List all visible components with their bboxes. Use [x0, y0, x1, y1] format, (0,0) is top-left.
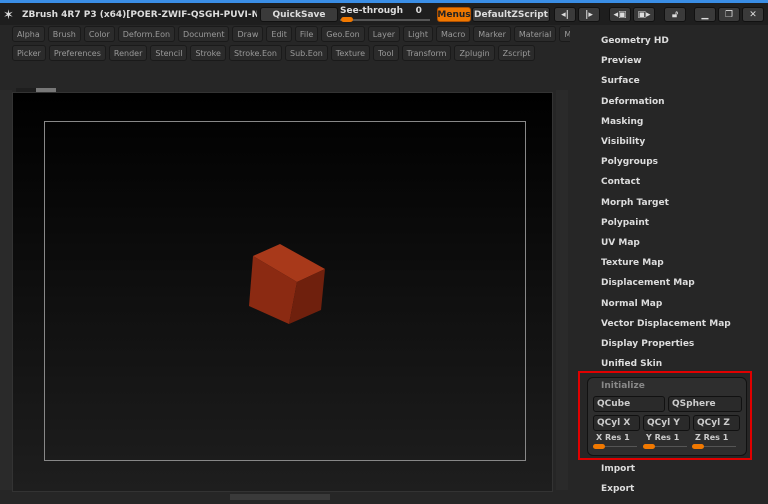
right-tray-handle[interactable]	[556, 90, 568, 490]
z-res-knob[interactable]	[692, 444, 704, 449]
palette-item-displacement-map[interactable]: Displacement Map	[601, 278, 695, 288]
menu-zplugin[interactable]: Zplugin	[454, 45, 495, 61]
scroll-right-icon[interactable]: |▸	[578, 7, 600, 22]
z-res-label: Z Res 1	[695, 433, 729, 442]
menu-transform[interactable]: Transform	[401, 45, 452, 61]
palette-item-display-properties[interactable]: Display Properties	[601, 339, 694, 349]
menu-alpha[interactable]: Alpha	[12, 26, 45, 42]
lock-icon[interactable]: 🔓︎	[664, 7, 686, 22]
menu-row-1: Alpha Brush Color Deform.Eon Document Draw Edi…	[12, 26, 594, 42]
close-icon[interactable]: ✕	[742, 7, 764, 22]
menu-document[interactable]: Document	[178, 26, 230, 42]
menus-button[interactable]: Menus	[437, 7, 471, 22]
initialize-subpalette: Initialize QCube QSphere QCyl X QCyl Y Q…	[587, 377, 747, 456]
bottom-tray-handle[interactable]	[230, 494, 330, 500]
restore-icon[interactable]: ❐	[718, 7, 740, 22]
menu-bar: Alpha Brush Color Deform.Eon Document Draw Edi…	[12, 26, 594, 64]
menu-stroke-eon[interactable]: Stroke.Eon	[228, 45, 282, 61]
palette-item-vector-displacement-map[interactable]: Vector Displacement Map	[601, 319, 731, 329]
palette-item-polypaint[interactable]: Polypaint	[601, 218, 649, 228]
scroll-left-icon[interactable]: ◂|	[554, 7, 576, 22]
shelf-tabs	[16, 79, 56, 94]
palette-item-contact[interactable]: Contact	[601, 177, 640, 187]
minimize-icon[interactable]: ▁	[694, 7, 716, 22]
qsphere-button[interactable]: QSphere	[668, 396, 742, 412]
menu-layer[interactable]: Layer	[367, 26, 401, 42]
see-through-text: See-through	[340, 6, 404, 16]
layout-next-icon[interactable]: ▣▸	[633, 7, 655, 22]
zbrush-logo-icon: ✶	[3, 8, 14, 23]
palette-item-masking[interactable]: Masking	[601, 117, 643, 127]
menu-file[interactable]: File	[294, 26, 319, 42]
palette-item-unified-skin[interactable]: Unified Skin	[601, 359, 662, 369]
menu-stencil[interactable]: Stencil	[150, 45, 188, 61]
menu-preferences[interactable]: Preferences	[48, 45, 106, 61]
left-tray-handle[interactable]	[0, 90, 12, 490]
palette-item-export[interactable]: Export	[601, 484, 634, 494]
quicksave-button[interactable]: QuickSave	[260, 7, 338, 22]
palette-item-polygroups[interactable]: Polygroups	[601, 157, 658, 167]
menu-macro[interactable]: Macro	[436, 26, 471, 42]
default-zscript-button[interactable]: DefaultZScript	[472, 7, 550, 22]
palette-item-surface[interactable]: Surface	[601, 76, 640, 86]
menu-render[interactable]: Render	[108, 45, 148, 61]
cube-model[interactable]	[245, 244, 325, 324]
palette-item-deformation[interactable]: Deformation	[601, 97, 665, 107]
menu-color[interactable]: Color	[83, 26, 115, 42]
menu-brush[interactable]: Brush	[47, 26, 81, 42]
menu-draw[interactable]: Draw	[232, 26, 264, 42]
layout-prev-icon[interactable]: ◂▣	[609, 7, 631, 22]
palette-item-uv-map[interactable]: UV Map	[601, 238, 640, 248]
menu-stroke[interactable]: Stroke	[190, 45, 226, 61]
palette-item-morph-target[interactable]: Morph Target	[601, 198, 669, 208]
qcyl-y-button[interactable]: QCyl Y	[643, 415, 690, 431]
palette-item-texture-map[interactable]: Texture Map	[601, 258, 664, 268]
palette-item-preview[interactable]: Preview	[601, 56, 642, 66]
menu-zscript[interactable]: Zscript	[497, 45, 536, 61]
document-frame	[44, 121, 526, 461]
menu-marker[interactable]: Marker	[473, 26, 511, 42]
window-title: ZBrush 4R7 P3 (x64)[POER-ZWIF-QSGH-PUVI-…	[22, 10, 257, 20]
y-res-label: Y Res 1	[646, 433, 680, 442]
y-res-knob[interactable]	[643, 444, 655, 449]
see-through-slider[interactable]	[340, 19, 430, 21]
see-through-knob[interactable]	[341, 17, 353, 22]
menu-light[interactable]: Light	[403, 26, 433, 42]
menu-deform-eon[interactable]: Deform.Eon	[117, 26, 176, 42]
qcyl-x-button[interactable]: QCyl X	[593, 415, 640, 431]
initialize-header[interactable]: Initialize	[601, 381, 645, 391]
menu-texture[interactable]: Texture	[330, 45, 371, 61]
menu-tool[interactable]: Tool	[373, 45, 399, 61]
x-res-knob[interactable]	[593, 444, 605, 449]
palette-item-normal-map[interactable]: Normal Map	[601, 299, 662, 309]
qcube-button[interactable]: QCube	[593, 396, 665, 412]
palette-item-geometry-hd[interactable]: Geometry HD	[601, 36, 669, 46]
see-through-label: See-through 0	[340, 6, 422, 16]
palette-item-import[interactable]: Import	[601, 464, 635, 474]
palette-item-visibility[interactable]: Visibility	[601, 137, 645, 147]
see-through-value: 0	[415, 6, 422, 16]
menu-picker[interactable]: Picker	[12, 45, 46, 61]
menu-sub-eon[interactable]: Sub.Eon	[285, 45, 328, 61]
menu-row-2: Picker Preferences Render Stencil Stroke Stro…	[12, 45, 536, 61]
qcyl-z-button[interactable]: QCyl Z	[693, 415, 740, 431]
menu-edit[interactable]: Edit	[266, 26, 292, 42]
x-res-label: X Res 1	[596, 433, 630, 442]
document-canvas[interactable]	[12, 92, 553, 492]
menu-geo-eon[interactable]: Geo.Eon	[321, 26, 365, 42]
menu-material[interactable]: Material	[513, 26, 557, 42]
